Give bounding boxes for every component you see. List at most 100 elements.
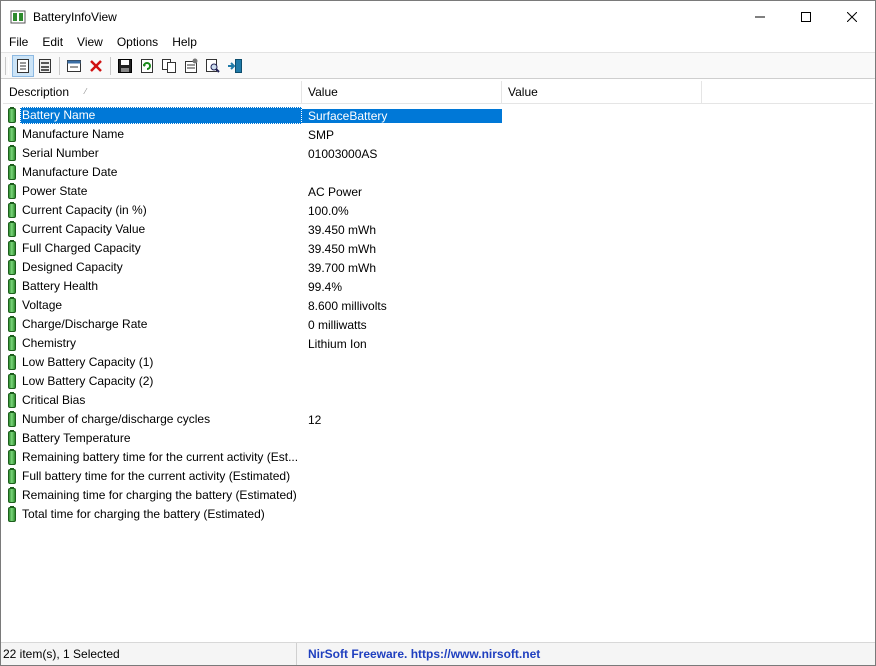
- toolbar-grip[interactable]: [5, 56, 9, 75]
- description-text: Battery Health: [22, 279, 99, 293]
- list-item[interactable]: Battery Temperature: [3, 429, 873, 448]
- minimize-button[interactable]: [737, 1, 783, 32]
- delete-icon: [90, 59, 102, 72]
- list-item[interactable]: Chemistry Lithium Ion: [3, 334, 873, 353]
- properties-window-button[interactable]: [63, 55, 85, 77]
- description-text: Current Capacity Value: [22, 222, 146, 236]
- copy-button[interactable]: [158, 55, 180, 77]
- nirsoft-link[interactable]: NirSoft Freeware. https://www.nirsoft.ne…: [297, 643, 540, 665]
- battery-icon: [8, 487, 16, 503]
- refresh-button[interactable]: [136, 55, 158, 77]
- close-button[interactable]: [829, 1, 875, 32]
- menu-bar: File Edit View Options Help: [1, 32, 875, 52]
- toolbar: [1, 52, 875, 79]
- close-icon: [847, 11, 857, 22]
- list-item[interactable]: Full Charged Capacity 39.450 mWh: [3, 239, 873, 258]
- description-cell: Current Capacity (in %): [3, 202, 302, 219]
- battery-icon: [8, 354, 16, 370]
- description-cell: Full Charged Capacity: [3, 240, 302, 257]
- list-item[interactable]: Serial Number 01003000AS: [3, 144, 873, 163]
- description-text: Full Charged Capacity: [22, 241, 141, 255]
- value-cell: Lithium Ion: [308, 336, 367, 351]
- battery-info-list[interactable]: Description ⁄ Value Value Battery Name Su…: [3, 81, 873, 641]
- battery-icon: [8, 278, 16, 294]
- list-item[interactable]: Manufacture Name SMP: [3, 125, 873, 144]
- description-cell: Full battery time for the current activi…: [3, 468, 302, 485]
- list-item[interactable]: Current Capacity Value 39.450 mWh: [3, 220, 873, 239]
- description-text: Number of charge/discharge cycles: [22, 412, 211, 426]
- column-header-description[interactable]: Description ⁄: [3, 81, 302, 103]
- list-item[interactable]: Voltage 8.600 millivolts: [3, 296, 873, 315]
- list-item[interactable]: Manufacture Date: [3, 163, 873, 182]
- menu-file[interactable]: File: [2, 32, 35, 52]
- description-text: Current Capacity (in %): [22, 203, 147, 217]
- description-text: Charge/Discharge Rate: [22, 317, 148, 331]
- description-cell: Power State: [3, 183, 302, 200]
- value-cell: 39.700 mWh: [308, 260, 377, 275]
- description-cell: Serial Number: [3, 145, 302, 162]
- list-item[interactable]: Battery Health 99.4%: [3, 277, 873, 296]
- copy-icon: [162, 58, 176, 73]
- delete-button[interactable]: [85, 55, 107, 77]
- description-text: Remaining time for charging the battery …: [22, 488, 297, 502]
- menu-view[interactable]: View: [70, 32, 110, 52]
- list-item[interactable]: Remaining battery time for the current a…: [3, 448, 873, 467]
- battery-icon: [8, 183, 16, 199]
- battery-icon: [8, 411, 16, 427]
- html-report-selected-button[interactable]: [34, 55, 56, 77]
- battery-icon: [8, 107, 16, 123]
- description-cell: Voltage: [3, 297, 302, 314]
- battery-icon: [8, 297, 16, 313]
- html-report-all-button[interactable]: [12, 54, 34, 77]
- list-item[interactable]: Number of charge/discharge cycles 12: [3, 410, 873, 429]
- description-cell: Low Battery Capacity (1): [3, 354, 302, 371]
- properties-button[interactable]: [180, 55, 202, 77]
- title-bar[interactable]: BatteryInfoView: [1, 1, 875, 32]
- save-button[interactable]: [114, 55, 136, 77]
- value-cell: 0 milliwatts: [308, 317, 367, 332]
- battery-icon: [8, 506, 16, 522]
- column-header-value-2[interactable]: Value: [502, 81, 702, 103]
- description-cell: Remaining battery time for the current a…: [3, 449, 302, 466]
- description-cell: Battery Temperature: [3, 430, 302, 447]
- html-report-selected-icon: [39, 58, 51, 73]
- list-item[interactable]: Remaining time for charging the battery …: [3, 486, 873, 505]
- menu-help[interactable]: Help: [165, 32, 204, 52]
- maximize-button[interactable]: [783, 1, 829, 32]
- battery-icon: [8, 373, 16, 389]
- sort-ascending-icon: ⁄: [85, 87, 87, 96]
- window-title: BatteryInfoView: [33, 9, 117, 24]
- description-cell: Charge/Discharge Rate: [3, 316, 302, 333]
- value-cell: 99.4%: [308, 279, 343, 294]
- find-button[interactable]: [202, 55, 224, 77]
- description-cell: Remaining time for charging the battery …: [3, 487, 302, 504]
- description-text: Battery Name: [20, 107, 302, 124]
- description-text: Chemistry: [22, 336, 77, 350]
- properties-icon: [185, 58, 198, 73]
- list-item[interactable]: Total time for charging the battery (Est…: [3, 505, 873, 524]
- description-text: Voltage: [22, 298, 63, 312]
- description-text: Designed Capacity: [22, 260, 123, 274]
- battery-icon: [8, 468, 16, 484]
- column-header-value[interactable]: Value: [302, 81, 502, 103]
- list-item[interactable]: Battery Name SurfaceBattery: [3, 106, 873, 125]
- list-item[interactable]: Low Battery Capacity (2): [3, 372, 873, 391]
- list-item[interactable]: Charge/Discharge Rate 0 milliwatts: [3, 315, 873, 334]
- menu-edit[interactable]: Edit: [35, 32, 70, 52]
- list-item[interactable]: Low Battery Capacity (1): [3, 353, 873, 372]
- battery-icon: [8, 392, 16, 408]
- menu-options[interactable]: Options: [110, 32, 165, 52]
- value-cell: 100.0%: [308, 203, 349, 218]
- list-item[interactable]: Current Capacity (in %) 100.0%: [3, 201, 873, 220]
- list-item[interactable]: Designed Capacity 39.700 mWh: [3, 258, 873, 277]
- battery-icon: [8, 202, 16, 218]
- list-item[interactable]: Power State AC Power: [3, 182, 873, 201]
- description-cell: Current Capacity Value: [3, 221, 302, 238]
- description-cell: Number of charge/discharge cycles: [3, 411, 302, 428]
- list-item[interactable]: Critical Bias: [3, 391, 873, 410]
- description-cell: Chemistry: [3, 335, 302, 352]
- list-header: Description ⁄ Value Value: [3, 81, 873, 104]
- list-item[interactable]: Full battery time for the current activi…: [3, 467, 873, 486]
- description-text: Total time for charging the battery (Est…: [22, 507, 265, 521]
- exit-button[interactable]: [224, 55, 246, 77]
